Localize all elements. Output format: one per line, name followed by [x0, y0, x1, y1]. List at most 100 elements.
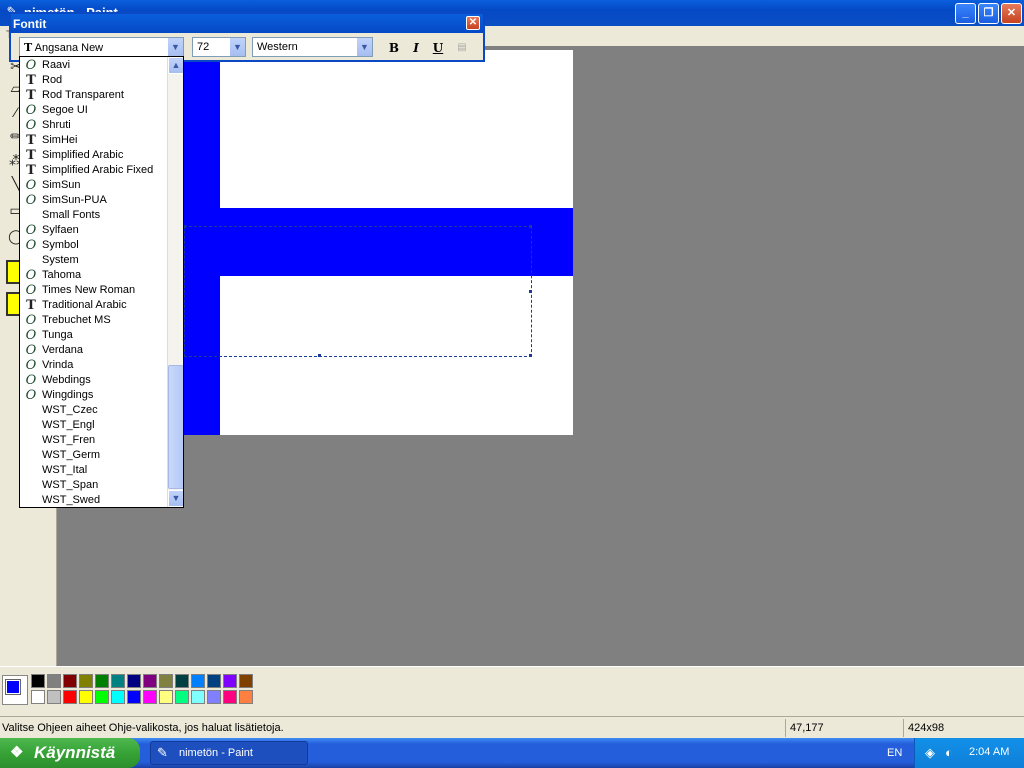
palette-swatch[interactable] — [207, 674, 221, 688]
selection-handle[interactable] — [529, 354, 532, 357]
canvas-area — [57, 46, 1024, 666]
font-list-item[interactable]: WST_Swed — [20, 493, 168, 507]
close-button[interactable]: ✕ — [1001, 3, 1022, 24]
palette-swatch[interactable] — [159, 674, 173, 688]
palette-swatch[interactable] — [47, 690, 61, 704]
chevron-down-icon[interactable]: ▼ — [167, 38, 183, 56]
network-icon[interactable]: ◈ — [925, 745, 935, 761]
palette-swatch[interactable] — [111, 674, 125, 688]
scroll-up-icon[interactable]: ▲ — [168, 57, 183, 74]
selection-handle[interactable] — [529, 225, 532, 228]
scroll-thumb[interactable] — [168, 365, 183, 489]
palette-swatch[interactable] — [159, 690, 173, 704]
start-button[interactable]: ❖ Käynnistä — [0, 738, 140, 768]
list-scrollbar[interactable]: ▲ ▼ — [167, 57, 183, 507]
underline-button[interactable]: U — [429, 40, 447, 56]
chevron-down-icon[interactable]: ▼ — [356, 38, 372, 56]
font-list-item[interactable]: O Sylfaen — [20, 223, 168, 238]
language-indicator[interactable]: EN — [887, 747, 902, 759]
restore-button[interactable]: ❐ — [978, 3, 999, 24]
italic-button[interactable]: I — [407, 40, 425, 56]
font-list-item[interactable]: O Vrinda — [20, 358, 168, 373]
palette-swatch[interactable] — [239, 674, 253, 688]
font-list-item[interactable]: WST_Czec — [20, 403, 168, 418]
font-list-item[interactable]: O Symbol — [20, 238, 168, 253]
chevron-down-icon[interactable]: ▼ — [229, 38, 245, 56]
font-list-item[interactable]: O Wingdings — [20, 388, 168, 403]
current-colors[interactable] — [2, 675, 28, 705]
font-list-item[interactable]: WST_Ital — [20, 463, 168, 478]
palette-swatch[interactable] — [127, 674, 141, 688]
font-dropdown-list[interactable]: O Raavi T Rod T Rod Transparent O Segoe UI O Shru… — [19, 56, 184, 508]
text-selection-box[interactable] — [183, 225, 532, 357]
font-list-item[interactable]: O Verdana — [20, 343, 168, 358]
opentype-icon: O — [25, 118, 37, 133]
palette-swatch[interactable] — [79, 674, 93, 688]
selection-handle[interactable] — [318, 354, 321, 357]
taskbar-item-paint[interactable]: ✎ nimetön - Paint — [150, 741, 308, 765]
palette-swatch[interactable] — [31, 690, 45, 704]
font-list-item[interactable]: O Webdings — [20, 373, 168, 388]
font-list-item[interactable]: O SimSun-PUA — [20, 193, 168, 208]
scroll-down-icon[interactable]: ▼ — [168, 490, 183, 507]
palette-swatch[interactable] — [63, 690, 77, 704]
fonts-toolbar-titlebar[interactable]: Fontit ✕ — [11, 14, 483, 33]
palette-swatch[interactable] — [31, 674, 45, 688]
palette-swatch[interactable] — [79, 690, 93, 704]
palette-swatch[interactable] — [63, 674, 77, 688]
opentype-icon: O — [25, 358, 37, 373]
font-list-item-label: WST_Span — [42, 479, 99, 491]
font-list-item[interactable]: T Simplified Arabic — [20, 148, 168, 163]
palette-swatch[interactable] — [111, 690, 125, 704]
palette-swatch[interactable] — [175, 690, 189, 704]
font-list-item[interactable]: T Rod — [20, 73, 168, 88]
palette-swatch[interactable] — [47, 674, 61, 688]
font-list-item[interactable]: O Times New Roman — [20, 283, 168, 298]
font-list-item[interactable]: O Tahoma — [20, 268, 168, 283]
font-size-value: 72 — [197, 41, 210, 53]
font-list-item[interactable]: T Traditional Arabic — [20, 298, 168, 313]
font-script-value: Western — [257, 41, 298, 53]
font-list-item[interactable]: WST_Engl — [20, 418, 168, 433]
foreground-color[interactable] — [5, 679, 21, 695]
font-list-item[interactable]: O Segoe UI — [20, 103, 168, 118]
font-list-item[interactable]: WST_Fren — [20, 433, 168, 448]
selection-handle[interactable] — [529, 290, 532, 293]
palette-swatch[interactable] — [127, 690, 141, 704]
font-list-item[interactable]: O Raavi — [20, 58, 168, 73]
fonts-close-button[interactable]: ✕ — [466, 16, 480, 30]
font-list-item[interactable]: System — [20, 253, 168, 268]
font-script-combo[interactable]: Western ▼ — [252, 37, 373, 57]
palette-swatch[interactable] — [143, 674, 157, 688]
palette-swatch[interactable] — [95, 674, 109, 688]
palette-swatch[interactable] — [207, 690, 221, 704]
font-list-item[interactable]: O Shruti — [20, 118, 168, 133]
font-list-item[interactable]: Small Fonts — [20, 208, 168, 223]
font-name-combo[interactable]: T Angsana New ▼ — [19, 37, 184, 57]
font-list-item[interactable]: T Rod Transparent — [20, 88, 168, 103]
palette-swatch[interactable] — [223, 674, 237, 688]
palette-swatch[interactable] — [175, 674, 189, 688]
palette-swatch[interactable] — [191, 674, 205, 688]
font-list-item[interactable]: O SimSun — [20, 178, 168, 193]
font-list-item[interactable]: T Simplified Arabic Fixed — [20, 163, 168, 178]
font-list-item[interactable]: WST_Germ — [20, 448, 168, 463]
font-list-item[interactable]: O Trebuchet MS — [20, 313, 168, 328]
font-list-item[interactable]: O Tunga — [20, 328, 168, 343]
bold-button[interactable]: B — [385, 40, 403, 56]
font-list-item[interactable]: T SimHei — [20, 133, 168, 148]
minimize-button[interactable]: _ — [955, 3, 976, 24]
palette-swatch[interactable] — [143, 690, 157, 704]
palette-swatch[interactable] — [239, 690, 253, 704]
font-list-item-label: Vrinda — [42, 359, 74, 371]
windows-logo-icon: ❖ — [10, 744, 24, 761]
font-list-item[interactable]: WST_Span — [20, 478, 168, 493]
palette-swatch[interactable] — [191, 690, 205, 704]
clock[interactable]: 2:04 AM — [969, 746, 1009, 758]
drawing-canvas[interactable] — [183, 50, 573, 435]
font-list-item-label: SimHei — [42, 134, 78, 146]
volume-icon[interactable]: ◐ — [945, 745, 953, 760]
font-size-combo[interactable]: 72 ▼ — [192, 37, 246, 57]
palette-swatch[interactable] — [223, 690, 237, 704]
palette-swatch[interactable] — [95, 690, 109, 704]
